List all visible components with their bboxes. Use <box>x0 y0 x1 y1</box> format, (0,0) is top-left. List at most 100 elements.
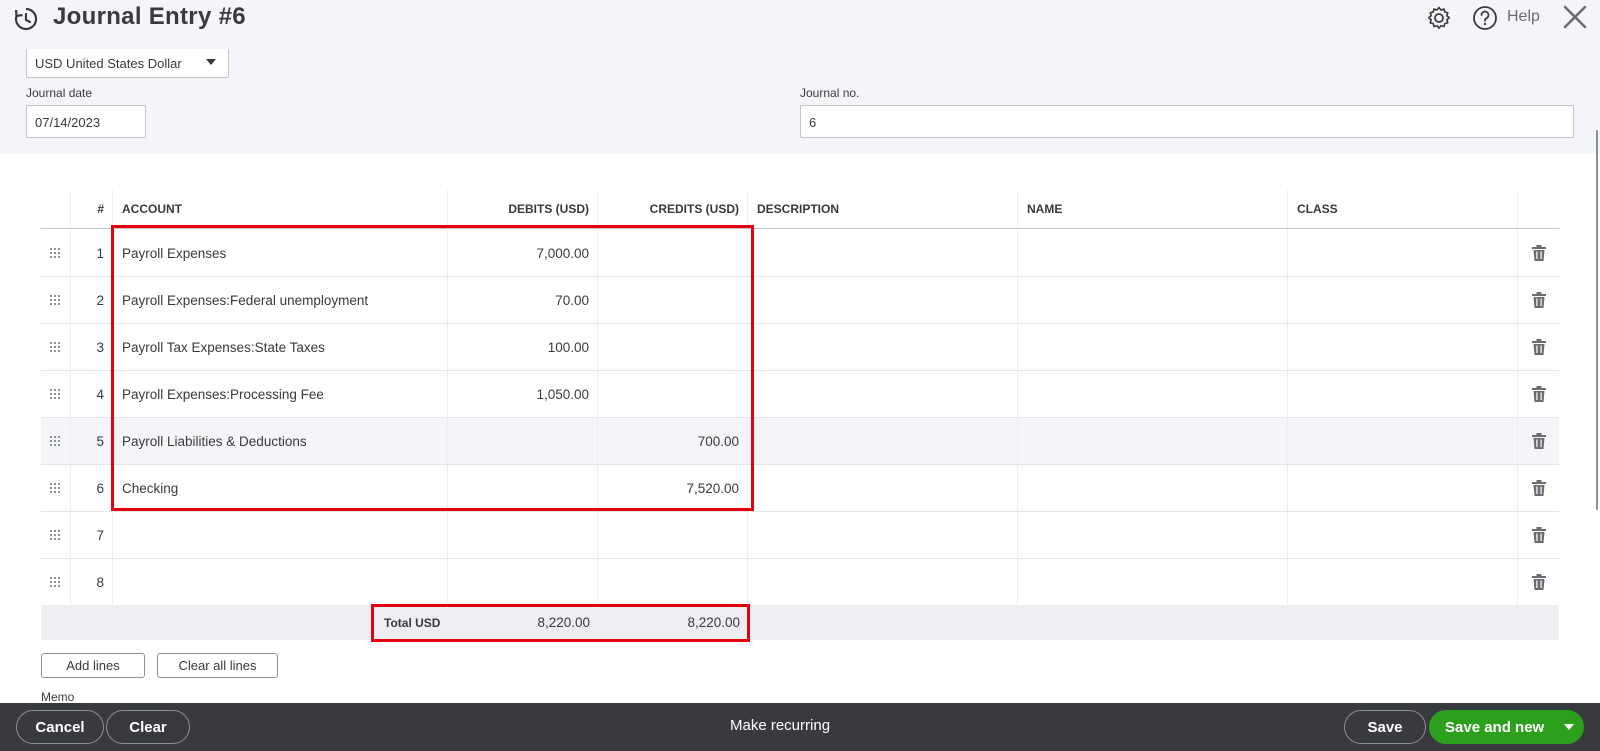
delete-line-button[interactable] <box>1518 371 1559 417</box>
credit-cell[interactable] <box>598 559 748 605</box>
drag-handle-icon <box>50 529 61 541</box>
trash-icon <box>1531 480 1546 496</box>
save-button[interactable]: Save <box>1344 710 1426 744</box>
drag-handle-icon <box>50 388 61 400</box>
description-cell[interactable] <box>748 512 1018 558</box>
add-lines-button[interactable]: Add lines <box>41 653 145 678</box>
clear-button[interactable]: Clear <box>106 710 190 744</box>
debit-cell[interactable]: 100.00 <box>448 324 598 370</box>
save-and-new-button[interactable]: Save and new <box>1429 710 1584 744</box>
table-row: 3 Payroll Tax Expenses:State Taxes 100.00 <box>41 324 1559 371</box>
delete-line-button[interactable] <box>1518 465 1559 511</box>
account-cell[interactable]: Payroll Liabilities & Deductions <box>113 418 448 464</box>
save-options-dropdown[interactable] <box>1554 710 1584 744</box>
help-link[interactable]: Help <box>1507 8 1540 26</box>
name-cell[interactable] <box>1018 371 1288 417</box>
trash-icon <box>1531 245 1546 261</box>
drag-col-header <box>41 190 71 228</box>
credit-cell[interactable] <box>598 324 748 370</box>
name-cell[interactable] <box>1018 559 1288 605</box>
line-number: 2 <box>71 277 113 323</box>
table-row: 8 <box>41 559 1559 606</box>
credit-cell[interactable] <box>598 371 748 417</box>
drag-handle[interactable] <box>41 371 71 417</box>
caret-down-icon <box>206 59 216 65</box>
debit-cell[interactable]: 7,000.00 <box>448 230 598 276</box>
clear-all-lines-button[interactable]: Clear all lines <box>157 653 278 678</box>
delete-line-button[interactable] <box>1518 230 1559 276</box>
debit-cell[interactable]: 1,050.00 <box>448 371 598 417</box>
column-header-credits: CREDITS (USD) <box>598 190 748 228</box>
account-cell[interactable] <box>113 512 448 558</box>
name-cell[interactable] <box>1018 418 1288 464</box>
class-cell[interactable] <box>1288 418 1518 464</box>
debit-cell[interactable] <box>448 559 598 605</box>
name-cell[interactable] <box>1018 465 1288 511</box>
delete-line-button[interactable] <box>1518 418 1559 464</box>
gear-icon[interactable] <box>1426 5 1452 31</box>
name-cell[interactable] <box>1018 230 1288 276</box>
recent-history-icon[interactable] <box>12 5 40 33</box>
description-cell[interactable] <box>748 465 1018 511</box>
description-cell[interactable] <box>748 230 1018 276</box>
drag-handle-icon <box>50 435 61 447</box>
table-row: 4 Payroll Expenses:Processing Fee 1,050.00 <box>41 371 1559 418</box>
credit-cell[interactable] <box>598 230 748 276</box>
credit-cell[interactable]: 7,520.00 <box>598 465 748 511</box>
name-cell[interactable] <box>1018 277 1288 323</box>
class-cell[interactable] <box>1288 559 1518 605</box>
drag-handle[interactable] <box>41 418 71 464</box>
class-cell[interactable] <box>1288 324 1518 370</box>
account-cell[interactable]: Payroll Tax Expenses:State Taxes <box>113 324 448 370</box>
drag-handle[interactable] <box>41 559 71 605</box>
line-number: 5 <box>71 418 113 464</box>
description-cell[interactable] <box>748 371 1018 417</box>
debit-cell[interactable] <box>448 512 598 558</box>
account-cell[interactable] <box>113 559 448 605</box>
name-cell[interactable] <box>1018 324 1288 370</box>
description-cell[interactable] <box>748 277 1018 323</box>
class-cell[interactable] <box>1288 371 1518 417</box>
account-cell[interactable]: Payroll Expenses <box>113 230 448 276</box>
drag-handle[interactable] <box>41 277 71 323</box>
account-cell[interactable]: Payroll Expenses:Federal unemployment <box>113 277 448 323</box>
journal-date-input[interactable]: 07/14/2023 <box>26 105 146 138</box>
delete-line-button[interactable] <box>1518 277 1559 323</box>
make-recurring-link[interactable]: Make recurring <box>730 717 830 734</box>
table-header: # ACCOUNT DEBITS (USD) CREDITS (USD) DES… <box>41 190 1559 229</box>
currency-select[interactable]: USD United States Dollar <box>26 49 229 78</box>
close-icon[interactable] <box>1561 3 1589 31</box>
account-cell[interactable]: Checking <box>113 465 448 511</box>
debit-cell[interactable] <box>448 418 598 464</box>
drag-handle[interactable] <box>41 465 71 511</box>
delete-line-button[interactable] <box>1518 512 1559 558</box>
scrollbar[interactable] <box>1596 130 1598 510</box>
drag-handle[interactable] <box>41 230 71 276</box>
debit-cell[interactable]: 70.00 <box>448 277 598 323</box>
name-cell[interactable] <box>1018 512 1288 558</box>
credit-cell[interactable] <box>598 512 748 558</box>
description-cell[interactable] <box>748 324 1018 370</box>
description-cell[interactable] <box>748 418 1018 464</box>
class-cell[interactable] <box>1288 465 1518 511</box>
class-cell[interactable] <box>1288 230 1518 276</box>
description-cell[interactable] <box>748 559 1018 605</box>
help-icon[interactable] <box>1472 5 1498 31</box>
account-cell[interactable]: Payroll Expenses:Processing Fee <box>113 371 448 417</box>
credit-cell[interactable]: 700.00 <box>598 418 748 464</box>
cancel-button[interactable]: Cancel <box>16 710 104 744</box>
drag-handle[interactable] <box>41 324 71 370</box>
delete-line-button[interactable] <box>1518 559 1559 605</box>
debit-cell[interactable] <box>448 465 598 511</box>
delete-line-button[interactable] <box>1518 324 1559 370</box>
class-cell[interactable] <box>1288 277 1518 323</box>
memo-label: Memo <box>41 690 75 704</box>
journal-no-input[interactable]: 6 <box>800 105 1574 138</box>
chevron-down-icon <box>1564 724 1574 730</box>
line-number: 1 <box>71 230 113 276</box>
drag-handle[interactable] <box>41 512 71 558</box>
class-cell[interactable] <box>1288 512 1518 558</box>
credit-cell[interactable] <box>598 277 748 323</box>
column-header-description: DESCRIPTION <box>748 190 1018 228</box>
line-number: 7 <box>71 512 113 558</box>
